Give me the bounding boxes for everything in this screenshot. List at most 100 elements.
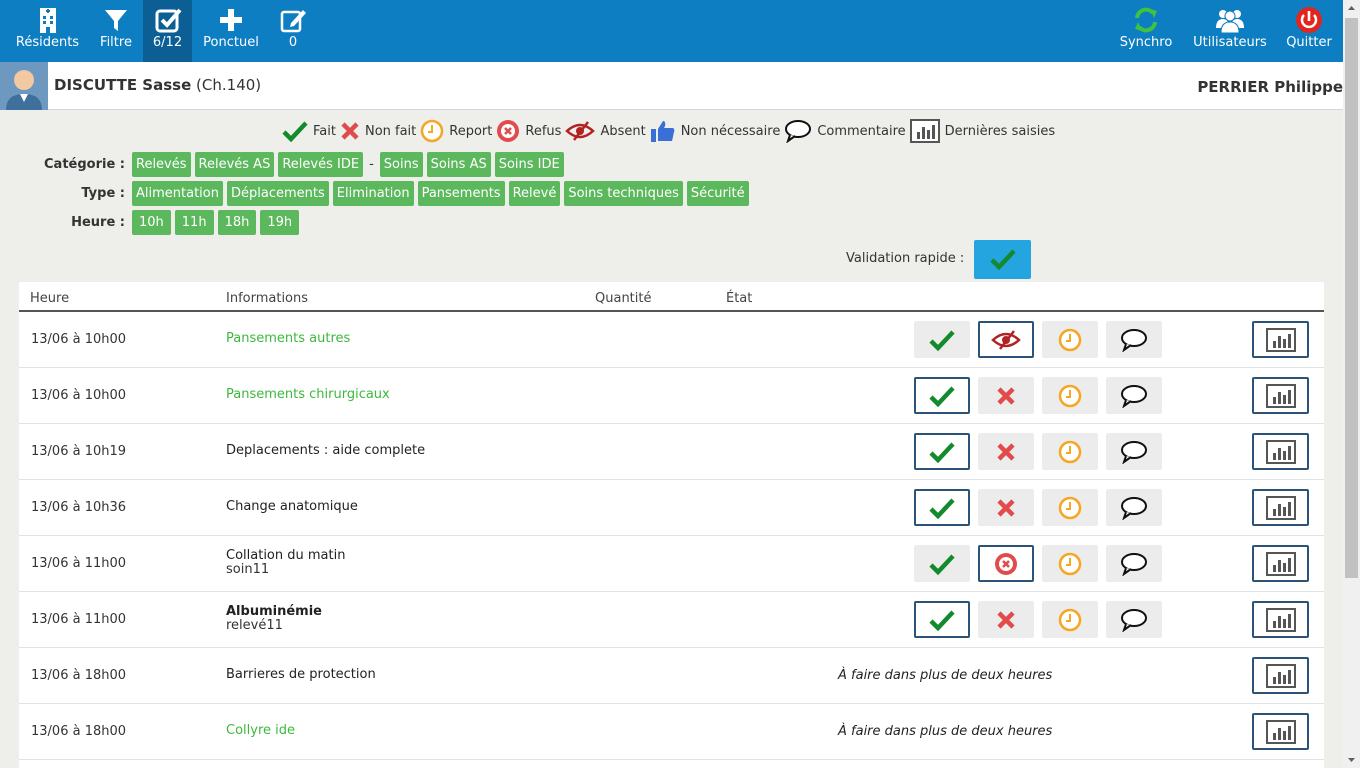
table-row: 13/06 à 11h00 Collation du matin soin11	[19, 536, 1324, 592]
postpone-button[interactable]	[1042, 377, 1098, 414]
done-button[interactable]	[914, 601, 970, 638]
nav-filter-label: Filtre	[100, 35, 132, 50]
last-entries-button[interactable]	[1252, 545, 1309, 582]
vertical-scrollbar[interactable]	[1343, 0, 1360, 768]
header-time: Heure	[30, 291, 70, 306]
legend-not-needed: Non nécessaire	[650, 119, 780, 143]
nav-sync-button[interactable]: Synchro	[1116, 0, 1176, 62]
users-group-icon	[1216, 10, 1244, 34]
chip-19h[interactable]: 19h	[260, 210, 300, 235]
legend-postpone: Report	[420, 119, 492, 143]
refusal-button[interactable]	[978, 545, 1034, 582]
edit-pencil-icon	[280, 10, 306, 33]
chip-pansements[interactable]: Pansements	[417, 181, 505, 206]
postpone-button[interactable]	[1042, 489, 1098, 526]
table-row: 13/06 à 18h00 Collyre ide À faire dans plu…	[19, 704, 1324, 760]
nav-ponctuel-button[interactable]: Ponctuel	[198, 0, 264, 62]
comment-button[interactable]	[1106, 601, 1162, 638]
clock-icon	[1058, 384, 1082, 407]
table-row: 13/06 à 10h19 Deplacements : aide complet…	[19, 424, 1324, 480]
last-entries-button[interactable]	[1252, 601, 1309, 638]
postpone-button[interactable]	[1042, 321, 1098, 358]
last-entries-button[interactable]	[1252, 713, 1309, 750]
done-button[interactable]	[914, 433, 970, 470]
top-navigation-bar: Résidents Filtre 6/12 Ponctuel 0 Synchro…	[0, 0, 1343, 70]
row-info[interactable]: Collyre ide	[226, 724, 295, 738]
last-entries-button[interactable]	[1252, 489, 1309, 526]
comment-button[interactable]	[1106, 321, 1162, 358]
comment-button[interactable]	[1106, 489, 1162, 526]
nav-residents-button[interactable]: Résidents	[10, 0, 85, 62]
row-info: Change anatomique	[226, 500, 358, 514]
postpone-button[interactable]	[1042, 433, 1098, 470]
nav-users-button[interactable]: Utilisateurs	[1190, 0, 1270, 62]
nav-progress-label: 6/12	[152, 35, 183, 50]
row-info: Deplacements : aide complete	[226, 444, 425, 458]
type-filter-row: Type : Alimentation Déplacements Elimina…	[0, 181, 749, 206]
speech-bubble-icon	[1121, 552, 1147, 576]
resident-avatar-icon[interactable]	[0, 62, 48, 110]
chip-soins-techniques[interactable]: Soins techniques	[564, 181, 683, 206]
done-button[interactable]	[914, 489, 970, 526]
speech-bubble-icon	[1121, 328, 1147, 352]
chip-10h[interactable]: 10h	[132, 210, 171, 235]
chip-soins[interactable]: Soins	[379, 152, 423, 177]
row-title: Collation du matin	[226, 548, 346, 563]
not-done-button[interactable]	[978, 601, 1034, 638]
table-row: 13/06 à 10h36 Change anatomique	[19, 480, 1324, 536]
row-time: 13/06 à 11h00	[31, 556, 127, 571]
not-done-button[interactable]	[978, 377, 1034, 414]
chip-elimination[interactable]: Elimination	[332, 181, 414, 206]
nav-residents-label: Résidents	[15, 35, 80, 50]
row-info[interactable]: Pansements chirurgicaux	[226, 388, 390, 402]
nav-filter-button[interactable]: Filtre	[92, 0, 140, 62]
row-info[interactable]: Pansements autres	[226, 332, 350, 346]
comment-button[interactable]	[1106, 377, 1162, 414]
scroll-up-arrow-icon[interactable]	[1343, 0, 1360, 17]
last-entries-button[interactable]	[1252, 321, 1309, 358]
legend-done: Fait	[282, 120, 336, 142]
done-button[interactable]	[914, 321, 970, 358]
done-button[interactable]	[914, 377, 970, 414]
chip-11h[interactable]: 11h	[174, 210, 214, 235]
comment-button[interactable]	[1106, 433, 1162, 470]
check-icon	[929, 553, 955, 575]
chip-releves[interactable]: Relevés	[132, 152, 191, 177]
last-entries-button[interactable]	[1252, 657, 1309, 694]
comment-button[interactable]	[1106, 545, 1162, 582]
row-time: 13/06 à 11h00	[31, 612, 127, 627]
last-entries-button[interactable]	[1252, 377, 1309, 414]
done-button[interactable]	[914, 545, 970, 582]
postpone-button[interactable]	[1042, 545, 1098, 582]
check-icon	[282, 121, 308, 142]
last-entries-button[interactable]	[1252, 433, 1309, 470]
chip-releve[interactable]: Relevé	[508, 181, 561, 206]
chip-soins-ide[interactable]: Soins IDE	[494, 152, 564, 177]
check-icon	[929, 385, 955, 407]
not-done-button[interactable]	[978, 433, 1034, 470]
chip-deplacements[interactable]: Déplacements	[226, 181, 329, 206]
table-row: 13/06 à 11h00 Albuminémie relevé11	[19, 592, 1324, 648]
clock-icon	[1058, 608, 1082, 631]
clock-icon	[421, 119, 444, 143]
absent-button[interactable]	[978, 321, 1034, 358]
row-subtitle: soin11	[226, 562, 270, 577]
nav-progress-button[interactable]: 6/12	[143, 0, 192, 70]
row-time: 13/06 à 18h00	[31, 724, 127, 739]
nav-quit-button[interactable]: Quitter	[1282, 0, 1336, 62]
speech-bubble-icon	[1121, 608, 1147, 632]
chip-releves-as[interactable]: Relevés AS	[194, 152, 275, 177]
chip-securite[interactable]: Sécurité	[686, 181, 749, 206]
chip-releves-ide[interactable]: Relevés IDE	[278, 152, 364, 177]
check-icon	[990, 249, 1016, 270]
nav-drafts-button[interactable]: 0	[272, 0, 314, 62]
chip-alimentation[interactable]: Alimentation	[132, 181, 223, 206]
postpone-button[interactable]	[1042, 601, 1098, 638]
scroll-down-arrow-icon[interactable]	[1343, 751, 1360, 768]
scroll-thumb[interactable]	[1345, 18, 1358, 578]
not-done-button[interactable]	[978, 489, 1034, 526]
chip-18h[interactable]: 18h	[217, 210, 257, 235]
legend-not-done: Non fait	[340, 121, 416, 141]
quick-validation-button[interactable]	[974, 240, 1031, 279]
chip-soins-as[interactable]: Soins AS	[426, 152, 491, 177]
